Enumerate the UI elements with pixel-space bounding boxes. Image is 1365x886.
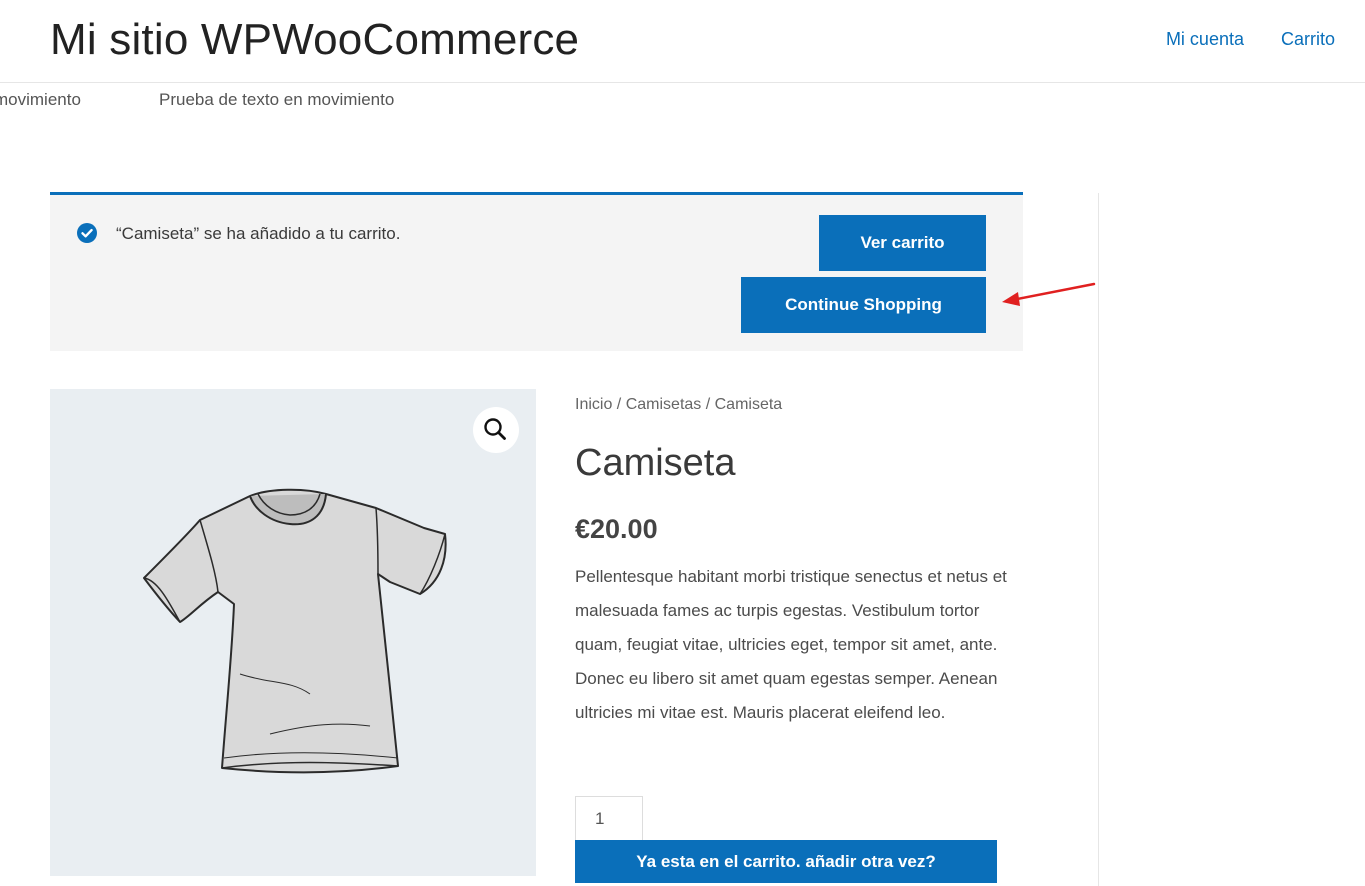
marquee-text: Prueba de texto en movimiento <box>159 90 395 109</box>
main-nav: Mi cuenta Carrito <box>1166 27 1335 51</box>
view-cart-button[interactable]: Ver carrito <box>819 215 986 271</box>
marquee-text: movimiento <box>0 90 81 109</box>
sidebar-divider <box>1098 193 1099 886</box>
product-price: €20.00 <box>575 514 658 544</box>
zoom-button[interactable] <box>473 407 519 453</box>
product-image[interactable] <box>50 389 536 876</box>
breadcrumb-separator: / <box>612 396 626 413</box>
notice-message: “Camiseta” se ha añadido a tu carrito. <box>116 224 401 243</box>
breadcrumb-camisetas[interactable]: Camisetas <box>626 396 702 413</box>
nav-carrito[interactable]: Carrito <box>1281 27 1335 51</box>
breadcrumb: Inicio / Camisetas / Camiseta <box>575 396 782 414</box>
site-title[interactable]: Mi sitio WPWooCommerce <box>50 13 579 67</box>
marquee: movimiento Prueba de texto en movimiento <box>0 90 1365 114</box>
breadcrumb-inicio[interactable]: Inicio <box>575 396 612 413</box>
page: Mi sitio WPWooCommerce Mi cuenta Carrito… <box>0 0 1365 886</box>
search-icon <box>484 418 506 440</box>
arrow-annotation-icon <box>1002 282 1096 306</box>
breadcrumb-current: Camiseta <box>714 396 783 413</box>
tshirt-illustration <box>143 488 447 774</box>
check-circle-icon <box>77 223 97 243</box>
product-title: Camiseta <box>575 442 736 484</box>
add-to-cart-button[interactable]: Ya esta en el carrito. añadir otra vez? <box>575 840 997 883</box>
product-description: Pellentesque habitant morbi tristique se… <box>575 567 1007 722</box>
quantity-input[interactable] <box>575 796 643 842</box>
continue-shopping-button[interactable]: Continue Shopping <box>741 277 986 333</box>
breadcrumb-separator: / <box>701 396 715 413</box>
nav-mi-cuenta[interactable]: Mi cuenta <box>1166 27 1244 51</box>
site-header: Mi sitio WPWooCommerce Mi cuenta Carrito <box>0 0 1365 83</box>
cart-notice: “Camiseta” se ha añadido a tu carrito. V… <box>50 192 1023 351</box>
